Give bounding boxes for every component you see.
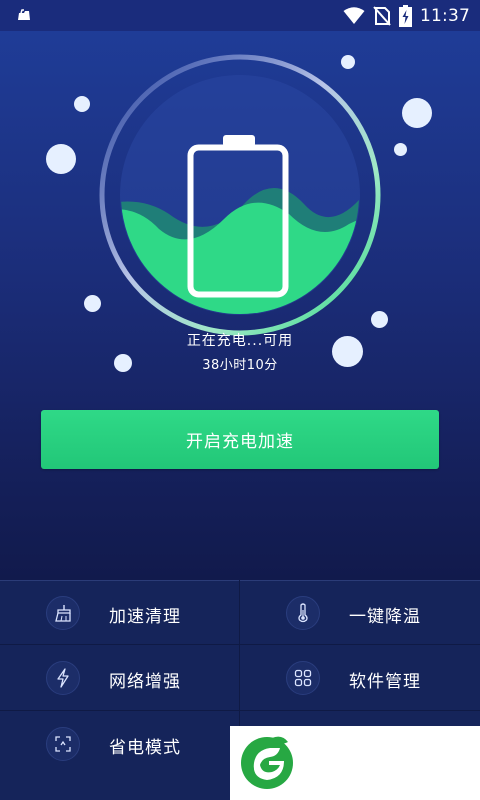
feature-power-save[interactable]: 省电模式 (0, 712, 239, 776)
power-save-icon (46, 727, 80, 761)
decor-bubble (74, 96, 90, 112)
feature-label: 一键降温 (349, 607, 421, 627)
feature-label: 省电模式 (109, 738, 181, 758)
feature-network-boost[interactable]: 网络增强 (0, 646, 239, 710)
charging-status-text: 正在充电...可用 (186, 333, 294, 349)
lightning-icon (46, 661, 80, 695)
feature-app-manager[interactable]: 软件管理 (240, 646, 479, 710)
boost-charging-button[interactable]: 开启充电加速 (41, 410, 439, 469)
feature-speed-clean[interactable]: 加速清理 (0, 581, 239, 645)
status-bar: 11:37 (0, 0, 480, 31)
remaining-time-text: 38小时10分 (202, 358, 278, 373)
divider (0, 710, 480, 711)
no-sim-icon (373, 6, 391, 26)
apps-grid-icon (286, 661, 320, 695)
feature-cool-down[interactable]: 一键降温 (240, 581, 479, 645)
feature-label: 加速清理 (109, 607, 181, 627)
feature-label: 网络增强 (109, 672, 181, 692)
charging-hero: 正在充电...可用 38小时10分 开启充电加速 (0, 31, 480, 580)
decor-bubble (46, 144, 76, 174)
app-logo-icon (241, 736, 293, 789)
wifi-icon (343, 7, 365, 24)
ad-banner[interactable] (230, 726, 480, 800)
decor-bubble (394, 143, 407, 156)
battery-charging-icon (399, 5, 412, 27)
thermometer-icon (286, 596, 320, 630)
decor-bubble (402, 98, 432, 128)
notification-icon (18, 9, 30, 20)
status-time: 11:37 (420, 6, 470, 26)
battery-gauge (99, 54, 381, 336)
broom-icon (46, 596, 80, 630)
feature-label: 软件管理 (349, 672, 421, 692)
